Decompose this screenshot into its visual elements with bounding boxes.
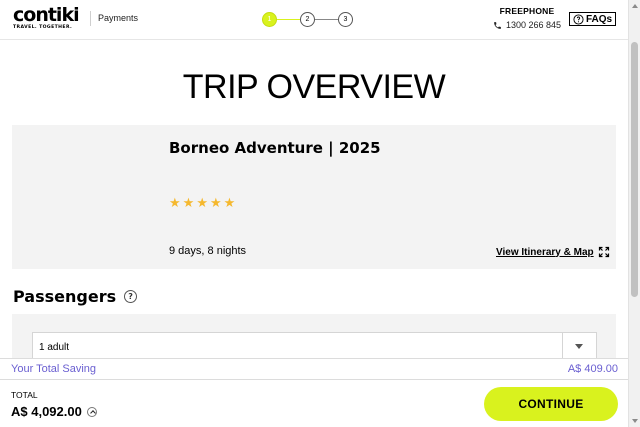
faq-label: FAQs	[585, 13, 613, 25]
phone-icon	[494, 21, 501, 29]
site-header: contiki TRAVEL. TOGETHER. Payments 1 2 3…	[0, 0, 628, 40]
progress-steps: 1 2 3	[262, 12, 354, 28]
page-scrollbar[interactable]	[628, 0, 640, 427]
trip-title: Borneo Adventure | 2025	[169, 139, 381, 157]
continue-button[interactable]: CONTINUE	[484, 387, 618, 421]
star-rating: ★ ★ ★ ★ ★	[169, 196, 235, 209]
question-icon	[573, 13, 584, 25]
scroll-thumb[interactable]	[631, 42, 638, 297]
scroll-up-icon[interactable]	[632, 4, 638, 8]
freephone-number-link[interactable]: 1300 266 845	[492, 20, 562, 30]
help-icon[interactable]: ?	[124, 290, 138, 303]
trip-card: Borneo Adventure | 2025 ★ ★ ★ ★ ★ 9 days…	[12, 125, 616, 269]
contiki-logo[interactable]: contiki TRAVEL. TOGETHER.	[13, 4, 80, 31]
star-icon: ★	[182, 195, 195, 210]
saving-value: A$ 409.00	[567, 363, 618, 375]
logo-word: contiki	[13, 4, 80, 26]
passengers-heading: Passengers ?	[13, 287, 138, 306]
view-itinerary-link[interactable]: View Itinerary & Map	[496, 246, 610, 258]
passenger-panel: 1 adult	[12, 314, 616, 359]
passenger-select-value: 1 adult	[39, 342, 70, 353]
itinerary-link-label: View Itinerary & Map	[496, 246, 594, 258]
step-2: 2	[300, 12, 315, 27]
logo-tagline: TRAVEL. TOGETHER.	[13, 25, 73, 30]
saving-bar: Your Total Saving A$ 409.00	[0, 358, 628, 380]
faq-button[interactable]: FAQs	[569, 12, 616, 26]
scroll-down-icon[interactable]	[632, 419, 638, 423]
step-connector-1	[277, 19, 300, 20]
passengers-title: Passengers	[13, 287, 117, 306]
checkout-footer: TOTAL A$ 4,092.00 CONTINUE	[0, 381, 628, 427]
step-connector-2	[315, 19, 338, 20]
saving-label: Your Total Saving	[11, 363, 97, 375]
total-value: A$ 4,092.00	[11, 404, 82, 419]
total-label: TOTAL	[11, 390, 38, 400]
chevron-down-icon[interactable]	[562, 333, 596, 358]
breadcrumb: Payments	[98, 13, 139, 23]
star-icon: ★	[209, 195, 222, 210]
freephone-number: 1300 266 845	[505, 20, 562, 30]
trip-duration: 9 days, 8 nights	[169, 245, 247, 257]
total-toggle[interactable]: A$ 4,092.00	[11, 404, 97, 419]
page-title: TRIP OVERVIEW	[182, 68, 446, 106]
step-1: 1	[262, 12, 277, 27]
header-divider	[90, 11, 91, 26]
passenger-count-select[interactable]: 1 adult	[32, 332, 597, 359]
chevron-up-icon[interactable]	[86, 406, 97, 417]
freephone-label: FREEPHONE	[499, 6, 555, 16]
step-3: 3	[338, 12, 353, 27]
star-icon: ★	[169, 195, 181, 210]
star-icon: ★	[223, 195, 236, 210]
star-icon: ★	[196, 195, 208, 210]
expand-icon	[598, 246, 609, 258]
freephone-block: FREEPHONE 1300 266 845	[492, 6, 562, 30]
